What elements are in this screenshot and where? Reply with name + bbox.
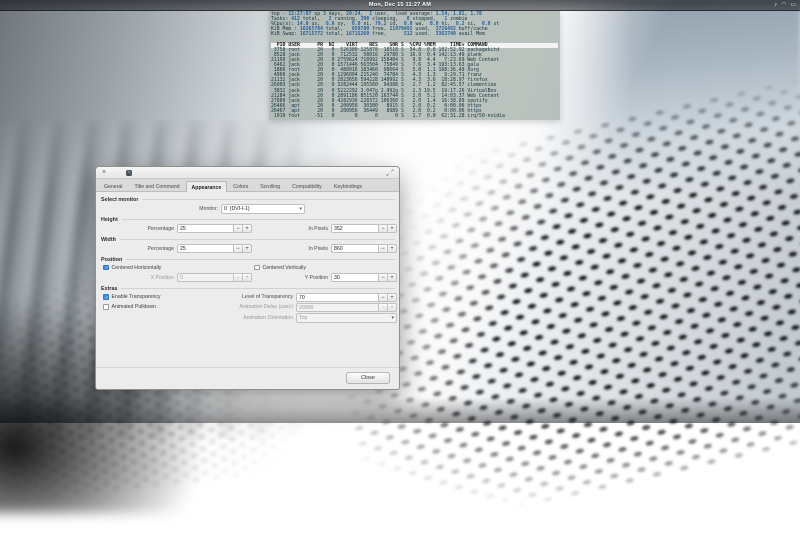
maximize-arrow-ne: ↗ [390, 169, 394, 174]
monitor-label: Monitor: [98, 206, 221, 212]
height-pixels-label: In Pixels [252, 226, 331, 232]
battery-icon[interactable]: ▭ [790, 0, 796, 11]
minus-button[interactable]: − [379, 224, 388, 233]
width-pixels-label: In Pixels [252, 246, 331, 252]
tab-scrolling[interactable]: Scrolling [254, 180, 286, 191]
desktop: { "panel": { "clock": "Mon, Dec 15 11:27… [0, 0, 800, 423]
minus-button[interactable]: − [234, 244, 243, 253]
panel-clock[interactable]: Mon, Dec 15 11:27 AM [0, 0, 800, 11]
wallpaper-bottom-shade [0, 397, 800, 423]
monitor-value: 0 (DVI-I-1) [224, 206, 297, 212]
plus-button[interactable]: + [243, 273, 252, 282]
appearance-tab-content: Select monitor Monitor: 0 (DVI-I-1) ▾ He… [96, 192, 399, 323]
enable-transparency-checkbox[interactable] [103, 294, 109, 300]
close-button[interactable]: Close [346, 372, 390, 384]
height-pixels-input[interactable]: 352 [331, 224, 379, 233]
dialog-actionbar: Close [96, 367, 399, 389]
plus-button[interactable]: + [388, 293, 397, 302]
top-summary: top - 11:27:07 up 3 days, 20:24, 1 user,… [271, 12, 558, 37]
minus-button[interactable]: − [379, 303, 388, 312]
chevron-down-icon: ▾ [297, 206, 302, 212]
tab-appearance[interactable]: Appearance [186, 181, 228, 192]
close-window-icon[interactable]: × [100, 167, 108, 179]
network-icon[interactable]: ◠ [781, 0, 786, 11]
animated-pulldown-option[interactable]: Animated Pulldown [103, 304, 156, 310]
y-position-label: Y Position [252, 275, 331, 281]
section-title: Width [97, 237, 116, 243]
minus-button[interactable]: − [379, 293, 388, 302]
dialog-tabbar: GeneralTitle and CommandAppearanceColors… [96, 179, 399, 192]
animation-delay-input[interactable]: 20000 [296, 303, 379, 312]
dialog-titlebar[interactable]: × ~ ↗ ↙ [96, 167, 399, 179]
panel-indicators: ♪ ◠ ▭ [774, 0, 796, 11]
sound-icon[interactable]: ♪ [774, 0, 777, 11]
tilda-config-dialog: × ~ ↗ ↙ GeneralTitle and CommandAppearan… [95, 166, 400, 390]
animation-orientation-value: Top [299, 315, 389, 321]
enable-transparency-label: Enable Transparency [112, 294, 161, 300]
width-percentage-input[interactable]: 25 [177, 244, 234, 253]
minus-button[interactable]: − [234, 273, 243, 282]
level-of-transparency-label: Level of Transparency [242, 294, 296, 300]
plus-button[interactable]: + [243, 224, 252, 233]
minus-button[interactable]: − [379, 273, 388, 282]
centered-horizontally-option[interactable]: Centered Horizontally [103, 265, 161, 271]
animation-delay-label: Animation Delay (usec) [239, 304, 296, 310]
section-title: Select monitor [97, 197, 138, 203]
width-pixels-input[interactable]: 860 [331, 244, 379, 253]
section-title: Height [97, 217, 118, 223]
maximize-icon[interactable]: ↗ ↙ [386, 169, 394, 177]
plus-button[interactable]: + [388, 224, 397, 233]
centered-vertically-option[interactable]: Centered Vertically [254, 265, 306, 271]
x-position-label: X Position [98, 275, 177, 281]
y-position-input[interactable]: 30 [331, 273, 379, 282]
tab-title-and-command[interactable]: Title and Command [128, 180, 185, 191]
centered-horizontally-checkbox[interactable] [103, 265, 109, 271]
section-select-monitor: Select monitor [97, 196, 398, 203]
chevron-down-icon: ▾ [389, 315, 394, 321]
width-percentage-label: Percentage [98, 246, 177, 252]
tab-compatibility[interactable]: Compatibility [286, 180, 328, 191]
x-position-input[interactable]: 0 [177, 273, 234, 282]
tilda-terminal-window[interactable]: top - 11:27:07 up 3 days, 20:24, 1 user,… [269, 11, 560, 120]
animation-orientation-select[interactable]: Top ▾ [296, 313, 397, 323]
plus-button[interactable]: + [388, 273, 397, 282]
plus-button[interactable]: + [388, 303, 397, 312]
section-height: Height [97, 216, 398, 223]
section-title: Extras [97, 286, 117, 292]
tab-general[interactable]: General [98, 180, 128, 191]
wallpaper-gradient-topright [540, 0, 800, 190]
minus-button[interactable]: − [379, 244, 388, 253]
animated-pulldown-checkbox[interactable] [103, 304, 109, 310]
monitor-select[interactable]: 0 (DVI-I-1) ▾ [221, 204, 305, 214]
enable-transparency-option[interactable]: Enable Transparency [103, 294, 161, 300]
minus-button[interactable]: − [234, 224, 243, 233]
centered-horizontally-label: Centered Horizontally [112, 265, 162, 271]
animated-pulldown-label: Animated Pulldown [112, 304, 156, 310]
centered-vertically-label: Centered Vertically [263, 265, 307, 271]
section-position: Position [97, 256, 398, 263]
top-panel: Mon, Dec 15 11:27 AM ♪ ◠ ▭ [0, 0, 800, 11]
level-of-transparency-input[interactable]: 70 [296, 293, 379, 302]
tab-colors[interactable]: Colors [227, 180, 254, 191]
top-process-list: 3758 root 20 0 526380 125878 18518 S 34.… [271, 48, 558, 119]
section-title: Position [97, 257, 122, 263]
animation-orientation-label: Animation Orientation [243, 315, 296, 321]
height-percentage-label: Percentage [98, 226, 177, 232]
maximize-arrow-sw: ↙ [386, 173, 390, 178]
height-percentage-input[interactable]: 25 [177, 224, 234, 233]
centered-vertically-checkbox[interactable] [254, 265, 260, 271]
plus-button[interactable]: + [243, 244, 252, 253]
section-extras: Extras [97, 285, 398, 292]
plus-button[interactable]: + [388, 244, 397, 253]
tilda-app-icon: ~ [126, 170, 132, 176]
section-width: Width [97, 236, 398, 243]
tab-keybindings[interactable]: Keybindings [328, 180, 368, 191]
terminal-process-row: 1919 root -51 0 0 0 0 S 1.7 0.0 62:31.28… [271, 114, 558, 119]
